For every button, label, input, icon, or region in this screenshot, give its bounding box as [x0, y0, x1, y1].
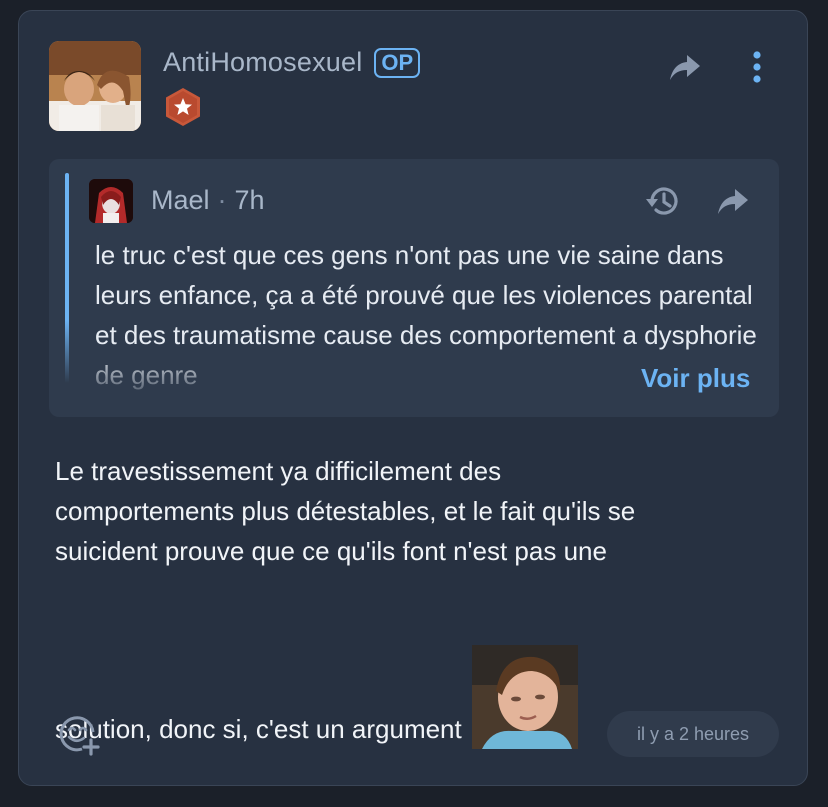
op-badge: OP	[374, 47, 421, 78]
star-hexagon-badge-icon	[163, 87, 203, 127]
body-line-3: suicident prouve que ce qu'ils font n'es…	[55, 536, 607, 566]
quote-header: Mael · 7h	[151, 185, 265, 216]
sticker-image[interactable]	[471, 645, 578, 749]
post-card: AntiHomosexuel OP Mael · 7h le truc c'es…	[18, 10, 808, 786]
author-row: AntiHomosexuel OP	[163, 47, 421, 78]
quote-separator: ·	[217, 185, 227, 215]
quote-author-avatar[interactable]	[89, 179, 133, 223]
body-last-row: solution, donc si, c'est un argument	[55, 645, 578, 749]
quote-bar	[65, 173, 69, 383]
more-options-icon[interactable]	[747, 49, 767, 85]
body-line-2: comportements plus détestables, et le fa…	[55, 496, 636, 526]
timestamp: il y a 2 heures	[607, 711, 779, 757]
voir-plus-link[interactable]: Voir plus	[637, 363, 751, 394]
add-reaction-icon[interactable]	[57, 713, 101, 757]
quoted-message[interactable]: Mael · 7h le truc c'est que ces gens n'o…	[49, 159, 779, 417]
author-name[interactable]: AntiHomosexuel	[163, 47, 362, 78]
author-avatar[interactable]	[49, 41, 141, 131]
quote-author-name[interactable]: Mael	[151, 185, 210, 216]
history-icon[interactable]	[643, 181, 683, 221]
share-icon[interactable]	[667, 49, 703, 85]
body-line-4: solution, donc si, c'est un argument	[55, 714, 462, 744]
body-line-1: Le travestissement ya difficilement des	[55, 456, 502, 486]
post-body: Le travestissement ya difficilement des …	[55, 451, 775, 571]
quote-time: 7h	[234, 185, 265, 215]
share-quote-icon[interactable]	[715, 183, 751, 219]
